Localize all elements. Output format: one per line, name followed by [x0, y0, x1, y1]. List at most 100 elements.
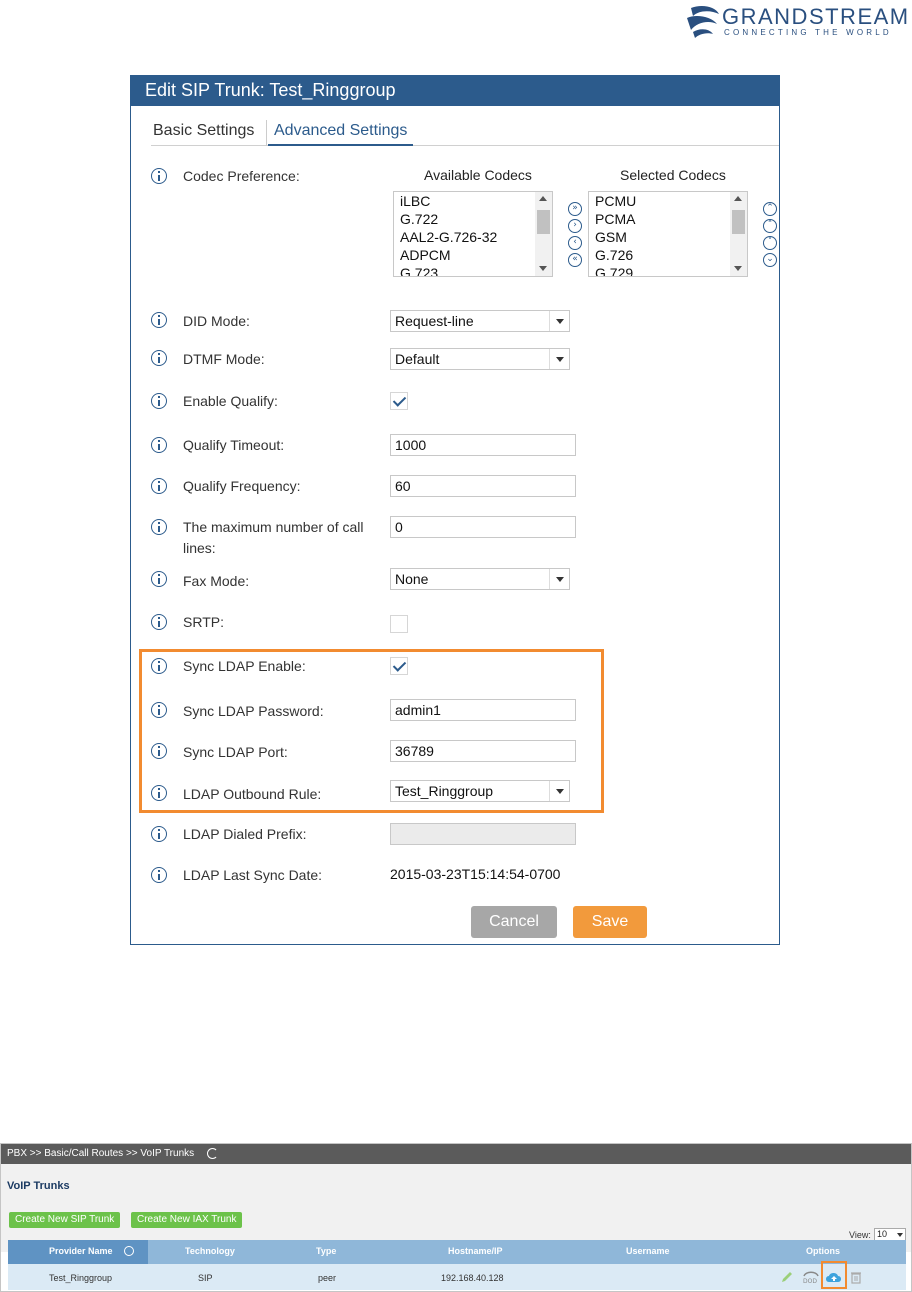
tab-bar: Basic Settings Advanced Settings: [151, 120, 779, 146]
available-codecs-list[interactable]: iLBC G.722 AAL2-G.726-32 ADPCM G.723: [393, 191, 553, 277]
move-top-icon[interactable]: ⌃: [763, 202, 777, 216]
info-icon[interactable]: [151, 350, 167, 366]
tab-basic-settings[interactable]: Basic Settings: [153, 122, 254, 140]
did-mode-value: Request-line: [395, 313, 474, 329]
column-header-hostname[interactable]: Hostname/IP: [448, 1246, 503, 1256]
active-tab-indicator: [268, 144, 413, 146]
column-header-type[interactable]: Type: [316, 1246, 336, 1256]
view-label: View:: [849, 1230, 871, 1240]
info-icon[interactable]: [151, 614, 167, 630]
table-header: Provider Name Technology Type Hostname/I…: [8, 1240, 906, 1264]
info-icon[interactable]: [151, 867, 167, 883]
codec-option[interactable]: AAL2-G.726-32: [394, 228, 552, 246]
move-bottom-icon[interactable]: ⌄: [763, 253, 777, 267]
info-icon[interactable]: [151, 437, 167, 453]
tab-advanced-settings[interactable]: Advanced Settings: [274, 122, 407, 140]
info-icon[interactable]: [151, 312, 167, 328]
dtmf-mode-select[interactable]: Default: [390, 348, 570, 370]
info-icon[interactable]: [151, 519, 167, 535]
selected-codecs-list[interactable]: PCMU PCMA GSM G.726 G.729: [588, 191, 748, 277]
cell-technology: SIP: [198, 1273, 213, 1283]
max-call-lines-input[interactable]: 0: [390, 516, 576, 538]
qualify-frequency-label: Qualify Frequency:: [183, 478, 301, 494]
info-icon[interactable]: [151, 168, 167, 184]
edit-sip-trunk-dialog: Edit SIP Trunk: Test_Ringgroup Basic Set…: [130, 75, 780, 945]
column-header-username[interactable]: Username: [626, 1246, 670, 1256]
table-row: Test_Ringgroup SIP peer 192.168.40.128 D…: [8, 1264, 906, 1290]
fax-mode-label: Fax Mode:: [183, 573, 250, 589]
did-mode-label: DID Mode:: [183, 313, 250, 329]
max-call-lines-label-line2: lines:: [183, 540, 216, 556]
page-title: VoIP Trunks: [7, 1180, 70, 1192]
codec-option[interactable]: PCMU: [589, 192, 747, 210]
column-header-provider-name[interactable]: Provider Name: [49, 1246, 113, 1256]
move-all-left-icon[interactable]: «: [568, 253, 582, 267]
qualify-frequency-input[interactable]: 60: [390, 475, 576, 497]
ldap-dialed-prefix-label: LDAP Dialed Prefix:: [183, 826, 307, 842]
available-codecs-title: Available Codecs: [424, 167, 532, 183]
move-left-icon[interactable]: ‹: [568, 236, 582, 250]
info-icon[interactable]: [151, 478, 167, 494]
dod-icon[interactable]: DOD: [802, 1270, 820, 1284]
refresh-icon[interactable]: [207, 1148, 218, 1159]
codec-option[interactable]: G.722: [394, 210, 552, 228]
info-icon[interactable]: [151, 393, 167, 409]
save-button[interactable]: Save: [573, 906, 647, 938]
codec-option[interactable]: iLBC: [394, 192, 552, 210]
cancel-button[interactable]: Cancel: [471, 906, 557, 938]
column-header-technology[interactable]: Technology: [185, 1246, 235, 1256]
codec-preference-label: Codec Preference:: [183, 168, 300, 184]
chevron-down-icon: [549, 569, 569, 589]
codec-option[interactable]: PCMA: [589, 210, 747, 228]
dialog-title: Edit SIP Trunk: Test_Ringgroup: [131, 76, 779, 106]
move-right-icon[interactable]: ›: [568, 219, 582, 233]
enable-qualify-label: Enable Qualify:: [183, 393, 278, 409]
grandstream-mark-icon: [687, 6, 719, 38]
sort-icon[interactable]: [124, 1246, 134, 1256]
srtp-label: SRTP:: [183, 614, 224, 630]
fax-mode-select[interactable]: None: [390, 568, 570, 590]
selected-codecs-scrollbar[interactable]: [730, 192, 747, 276]
info-icon[interactable]: [151, 571, 167, 587]
selected-codecs-title: Selected Codecs: [620, 167, 726, 183]
chevron-down-icon: [549, 349, 569, 369]
cell-provider-name: Test_Ringgroup: [49, 1273, 113, 1283]
trash-icon[interactable]: [849, 1270, 863, 1284]
ldap-last-sync-date-label: LDAP Last Sync Date:: [183, 867, 323, 883]
logo-tagline: CONNECTING THE WORLD: [724, 28, 892, 37]
did-mode-select[interactable]: Request-line: [390, 310, 570, 332]
edit-icon[interactable]: [780, 1270, 794, 1284]
codec-option[interactable]: G.723: [394, 264, 552, 276]
chevron-down-icon: [549, 311, 569, 331]
create-sip-trunk-button[interactable]: Create New SIP Trunk: [9, 1212, 121, 1228]
fax-mode-value: None: [395, 571, 429, 587]
qualify-timeout-input[interactable]: 1000: [390, 434, 576, 456]
dtmf-mode-label: DTMF Mode:: [183, 351, 265, 367]
ldap-settings-highlight: [139, 649, 604, 813]
ldap-last-sync-date-value: 2015-03-23T15:14:54-0700: [390, 866, 561, 882]
logo-wordmark: GRANDSTREAM: [722, 4, 910, 29]
codec-option[interactable]: ADPCM: [394, 246, 552, 264]
view-count-value: 10: [877, 1229, 888, 1239]
move-up-icon[interactable]: ˄: [763, 219, 777, 233]
cell-hostname: 192.168.40.128: [441, 1273, 504, 1283]
column-header-options: Options: [806, 1246, 840, 1256]
voip-trunks-panel: PBX >> Basic/Call Routes >> VoIP Trunks …: [0, 1143, 912, 1292]
codec-option[interactable]: G.729: [589, 264, 747, 276]
available-codecs-scrollbar[interactable]: [535, 192, 552, 276]
enable-qualify-checkbox[interactable]: [390, 392, 408, 410]
codec-option[interactable]: GSM: [589, 228, 747, 246]
move-all-right-icon[interactable]: »: [568, 202, 582, 216]
srtp-checkbox[interactable]: [390, 615, 408, 633]
codec-option[interactable]: G.726: [589, 246, 747, 264]
breadcrumb: PBX >> Basic/Call Routes >> VoIP Trunks: [1, 1144, 911, 1164]
panel-toolbar-area: [1, 1164, 911, 1252]
info-icon[interactable]: [151, 826, 167, 842]
create-iax-trunk-button[interactable]: Create New IAX Trunk: [131, 1212, 243, 1228]
svg-text:DOD: DOD: [803, 1278, 817, 1284]
tab-divider: [266, 120, 267, 146]
ldap-dialed-prefix-input[interactable]: [390, 823, 576, 845]
dtmf-mode-value: Default: [395, 351, 440, 367]
qualify-timeout-label: Qualify Timeout:: [183, 437, 285, 453]
move-down-icon[interactable]: ˅: [763, 236, 777, 250]
